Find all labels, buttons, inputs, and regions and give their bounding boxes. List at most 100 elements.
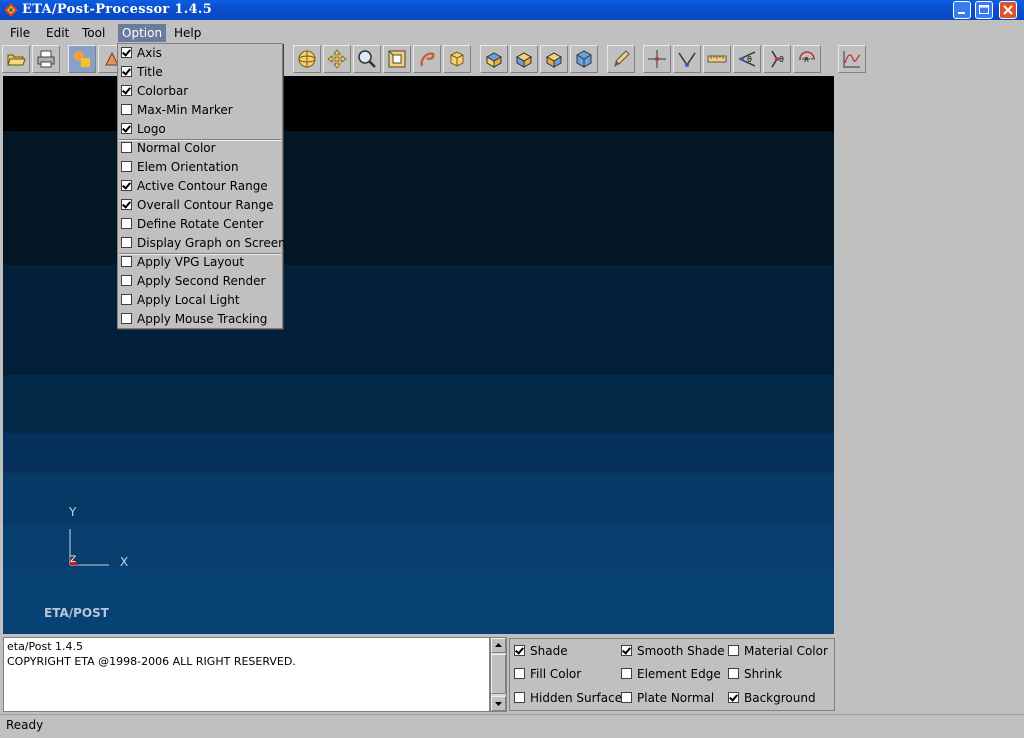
plot-graph-icon — [843, 51, 861, 68]
option-overall-contour-range[interactable]: Overall Contour Range — [121, 196, 273, 215]
checkbox-checked-icon — [728, 692, 739, 703]
close-button[interactable] — [999, 1, 1017, 19]
checkbox-checked-icon — [121, 85, 132, 96]
checkbox-empty-icon — [728, 668, 739, 679]
option-title[interactable]: Title — [121, 63, 163, 82]
option-axis[interactable]: Axis — [121, 44, 162, 63]
zoom-window-button[interactable] — [383, 45, 411, 73]
menu-bar: File Edit Tool Option Help — [0, 21, 1024, 43]
close-icon — [1003, 5, 1013, 15]
checkbox-checked-icon — [121, 123, 132, 134]
radius-icon: R — [799, 51, 815, 64]
menu-option[interactable]: Option — [118, 24, 167, 42]
background-band — [3, 567, 834, 634]
view-side-button[interactable] — [540, 45, 568, 73]
open-button[interactable] — [2, 45, 30, 73]
fill-color-checkbox[interactable]: Fill Color — [514, 666, 581, 682]
arrow-up-icon — [495, 643, 502, 647]
checkbox-checked-icon — [121, 199, 132, 210]
brush-icon — [614, 50, 630, 67]
background-band — [3, 473, 834, 523]
log-scrollbar[interactable] — [490, 637, 507, 712]
option-colorbar[interactable]: Colorbar — [121, 82, 188, 101]
right-panel — [835, 76, 1024, 634]
print-button[interactable] — [32, 45, 60, 73]
element-edge-checkbox[interactable]: Element Edge — [621, 666, 721, 682]
checkbox-checked-icon — [621, 645, 632, 656]
axis-x-label: X — [120, 555, 129, 569]
scroll-down-button[interactable] — [491, 696, 506, 711]
smooth-shade-checkbox[interactable]: Smooth Shade — [621, 643, 725, 659]
checkbox-checked-icon — [121, 66, 132, 77]
arrow-down-icon — [495, 702, 502, 706]
app-logo-icon — [4, 3, 18, 17]
pan-icon — [327, 49, 347, 69]
checkbox-empty-icon — [514, 668, 525, 679]
vector-icon — [678, 52, 696, 67]
status-bar: Ready — [0, 714, 1024, 738]
menu-help[interactable]: Help — [170, 24, 205, 42]
window-title: ETA/Post-Processor 1.4.5 — [22, 2, 213, 17]
rotate-curve-button[interactable] — [413, 45, 441, 73]
option-normal-color[interactable]: Normal Color — [121, 139, 216, 158]
scroll-up-button[interactable] — [491, 638, 506, 653]
angle-icon: θ — [738, 51, 756, 67]
plate-normal-checkbox[interactable]: Plate Normal — [621, 690, 714, 706]
status-text: Ready — [6, 718, 44, 732]
pan-button[interactable] — [323, 45, 351, 73]
rotate-button[interactable] — [293, 45, 321, 73]
checkbox-checked-icon — [121, 47, 132, 58]
background-band — [3, 375, 834, 433]
zoom-window-icon — [388, 50, 406, 68]
option-display-graph-on-screen[interactable]: Display Graph on Screen — [121, 234, 286, 253]
log-line: eta/Post 1.4.5 — [7, 640, 84, 653]
zoom-button[interactable] — [353, 45, 381, 73]
shrink-checkbox[interactable]: Shrink — [728, 666, 782, 682]
view-iso-button[interactable] — [570, 45, 598, 73]
menu-tool[interactable]: Tool — [78, 24, 109, 42]
option-elem-orientation[interactable]: Elem Orientation — [121, 158, 239, 177]
angle-theta-button[interactable]: θ — [763, 45, 791, 73]
ruler-button[interactable] — [703, 45, 731, 73]
option-apply-second-render[interactable]: Apply Second Render — [121, 272, 265, 291]
checkbox-empty-icon — [621, 692, 632, 703]
checkbox-empty-icon — [121, 161, 132, 172]
scroll-thumb[interactable] — [491, 654, 506, 694]
crosshair-icon — [648, 50, 666, 68]
vector-button[interactable] — [673, 45, 701, 73]
crosshair-button[interactable] — [643, 45, 671, 73]
rotate-sphere-icon — [298, 50, 316, 68]
menu-edit[interactable]: Edit — [42, 24, 73, 42]
color-button[interactable] — [68, 45, 96, 73]
maximize-icon — [979, 5, 989, 14]
view-top-button[interactable] — [480, 45, 508, 73]
fit-button[interactable] — [443, 45, 471, 73]
plot-button[interactable] — [838, 45, 866, 73]
menu-file[interactable]: File — [6, 24, 34, 42]
radius-button[interactable]: R — [793, 45, 821, 73]
view-front-button[interactable] — [510, 45, 538, 73]
option-apply-vpg-layout[interactable]: Apply VPG Layout — [121, 253, 244, 272]
background-checkbox[interactable]: Background — [728, 690, 816, 706]
hidden-surface-checkbox[interactable]: Hidden Surface — [514, 690, 622, 706]
brush-button[interactable] — [607, 45, 635, 73]
option-logo[interactable]: Logo — [121, 120, 166, 139]
view-iso-icon — [576, 50, 592, 68]
checkbox-empty-icon — [121, 237, 132, 248]
render-options-panel: Shade Smooth Shade Material Color Fill C… — [509, 638, 835, 711]
option-active-contour-range[interactable]: Active Contour Range — [121, 177, 268, 196]
maximize-button[interactable] — [975, 1, 993, 19]
option-define-rotate-center[interactable]: Define Rotate Center — [121, 215, 263, 234]
angle-button[interactable]: θ — [733, 45, 761, 73]
checkbox-empty-icon — [121, 313, 132, 324]
option-max-min-marker[interactable]: Max-Min Marker — [121, 101, 233, 120]
minimize-button[interactable] — [953, 1, 971, 19]
shade-checkbox[interactable]: Shade — [514, 643, 568, 659]
svg-text:θ: θ — [779, 55, 784, 64]
option-apply-local-light[interactable]: Apply Local Light — [121, 291, 240, 310]
material-color-checkbox[interactable]: Material Color — [728, 643, 828, 659]
checkbox-empty-icon — [121, 104, 132, 115]
option-apply-mouse-tracking[interactable]: Apply Mouse Tracking — [121, 310, 267, 329]
rotate-curve-icon — [420, 52, 435, 67]
title-bar: ETA/Post-Processor 1.4.5 — [0, 0, 1024, 20]
